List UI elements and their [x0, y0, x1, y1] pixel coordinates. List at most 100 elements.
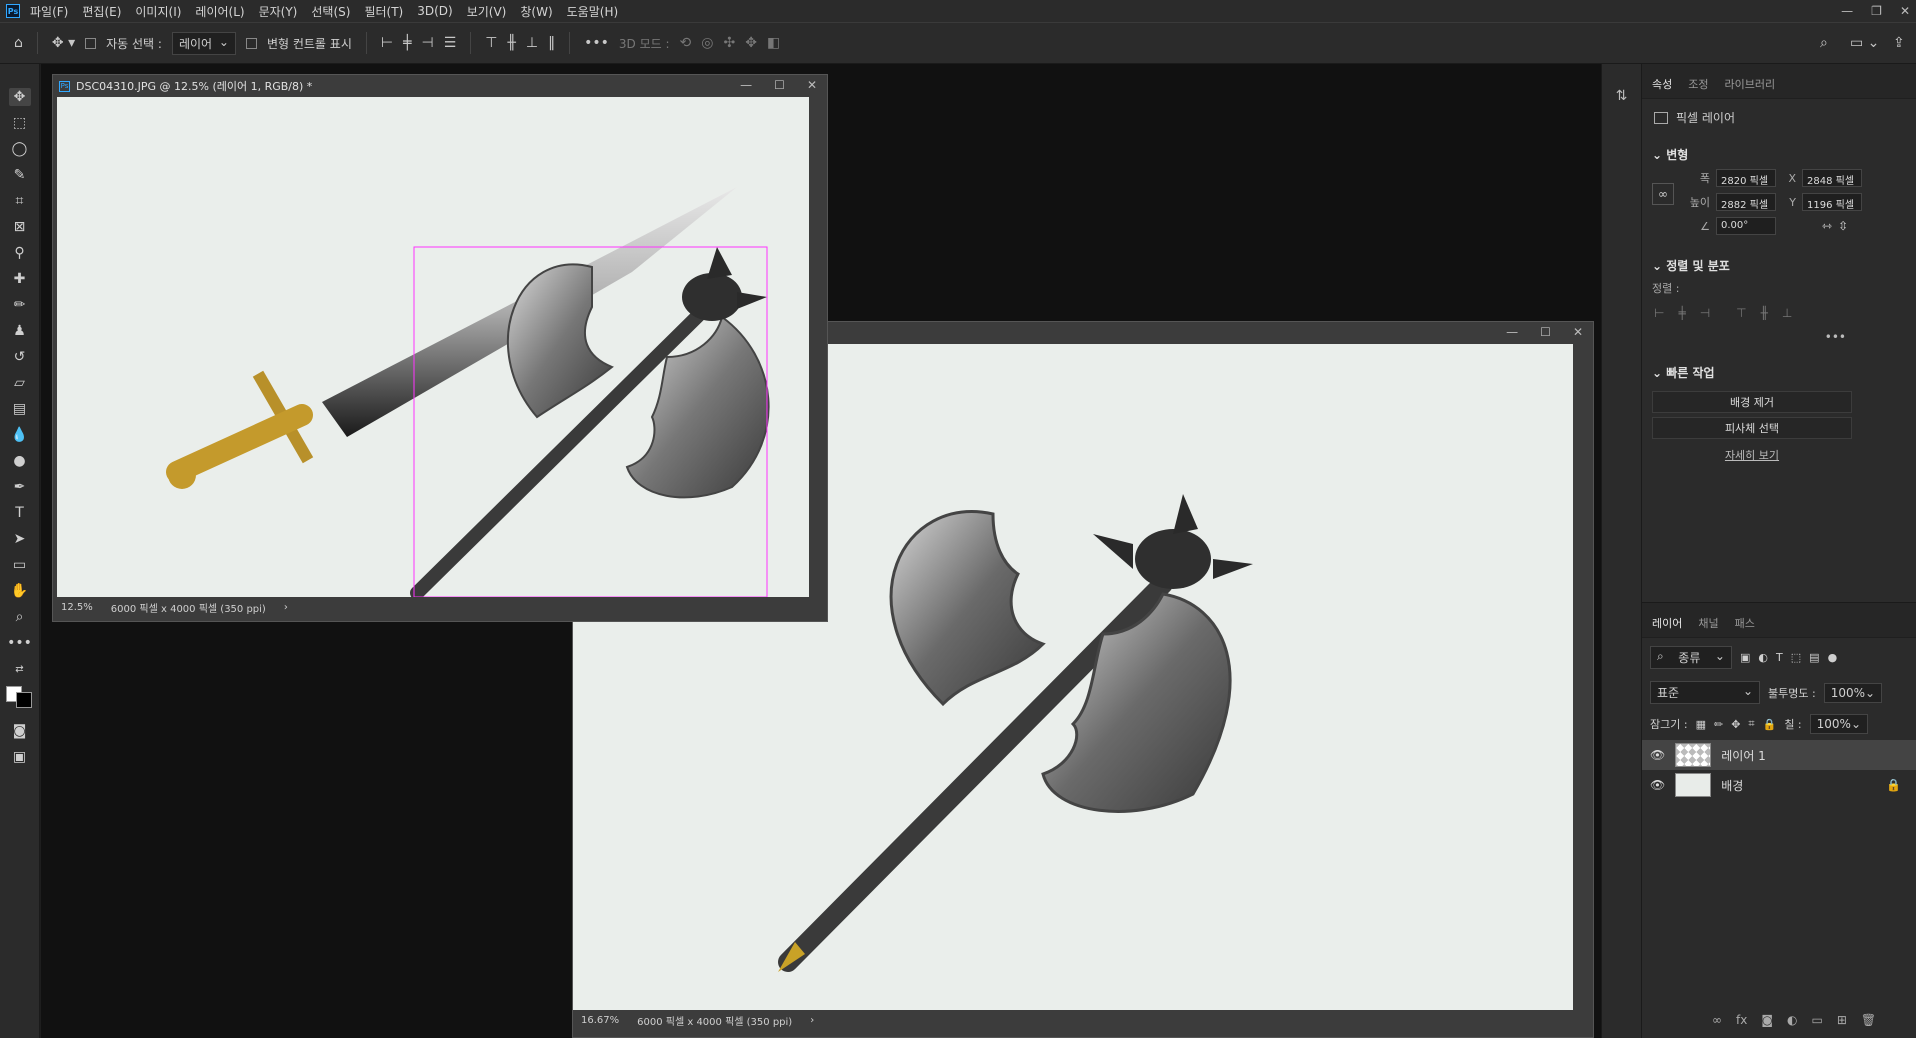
- quick-actions-header[interactable]: ⌄ 빠른 작업: [1642, 354, 1916, 387]
- search-icon[interactable]: ⌕: [1820, 35, 1828, 51]
- 3d-scale-icon[interactable]: ◧: [767, 35, 780, 51]
- move-tool-icon[interactable]: ✥ ▾: [52, 35, 75, 51]
- status-arrow-icon[interactable]: ›: [810, 1015, 814, 1026]
- 3d-pan-icon[interactable]: ✣: [724, 35, 736, 51]
- menu-file[interactable]: 파일(F): [30, 3, 68, 20]
- close-icon[interactable]: ✕: [1900, 4, 1910, 18]
- more-tools-icon[interactable]: •••: [7, 634, 32, 652]
- lock-all-icon[interactable]: 🔒: [1763, 718, 1777, 731]
- align-right-icon[interactable]: ⊣: [422, 35, 434, 51]
- close-icon[interactable]: ✕: [807, 78, 817, 92]
- fx-icon[interactable]: fx: [1736, 1013, 1747, 1027]
- eraser-tool-icon[interactable]: ▱: [9, 374, 31, 392]
- menu-type[interactable]: 문자(Y): [259, 3, 298, 20]
- history-brush-icon[interactable]: ↺: [9, 348, 31, 366]
- tab-paths[interactable]: 패스: [1735, 615, 1755, 631]
- align-top-icon[interactable]: ⊤: [1736, 306, 1746, 320]
- type-tool-icon[interactable]: T: [9, 504, 31, 522]
- layer-name[interactable]: 레이어 1: [1721, 747, 1766, 764]
- zoom-level[interactable]: 12.5%: [61, 602, 93, 613]
- align-top-icon[interactable]: ⊤: [485, 35, 497, 51]
- 3d-orbit-icon[interactable]: ⟲: [680, 35, 692, 51]
- tab-channels[interactable]: 채널: [1698, 615, 1718, 631]
- fill-field[interactable]: 100% ⌄: [1809, 714, 1869, 734]
- eyedropper-tool-icon[interactable]: ⚲: [9, 244, 31, 262]
- menu-edit[interactable]: 편집(E): [82, 3, 121, 20]
- tab-layers[interactable]: 레이어: [1652, 615, 1682, 631]
- brush-tool-icon[interactable]: ✏: [9, 296, 31, 314]
- hand-tool-icon[interactable]: ✋: [9, 582, 31, 600]
- zoom-tool-icon[interactable]: ⌕: [9, 608, 31, 626]
- move-tool-icon[interactable]: ✥: [8, 88, 31, 106]
- path-select-tool-icon[interactable]: ➤: [9, 530, 31, 548]
- auto-select-checkbox[interactable]: [85, 37, 97, 49]
- menu-window[interactable]: 창(W): [520, 3, 552, 20]
- lock-image-icon[interactable]: ✏: [1714, 718, 1723, 731]
- width-field[interactable]: 2820 픽셀: [1716, 169, 1776, 187]
- menu-select[interactable]: 선택(S): [311, 3, 350, 20]
- dodge-tool-icon[interactable]: ●: [9, 452, 31, 470]
- lock-position-icon[interactable]: ✥: [1731, 718, 1740, 731]
- tab-adjustments[interactable]: 조정: [1688, 76, 1708, 92]
- align-middle-icon[interactable]: ╫: [1761, 306, 1768, 320]
- home-icon[interactable]: ⌂: [14, 35, 23, 51]
- filter-pixel-icon[interactable]: ▣: [1740, 651, 1750, 664]
- menu-filter[interactable]: 필터(T): [364, 3, 403, 20]
- x-field[interactable]: 2848 픽셀: [1802, 169, 1862, 187]
- layer-row[interactable]: 👁 배경 🔒: [1642, 770, 1916, 800]
- filter-adjustment-icon[interactable]: ◐: [1758, 651, 1768, 664]
- 3d-roll-icon[interactable]: ◎: [701, 35, 713, 51]
- pen-tool-icon[interactable]: ✒: [9, 478, 31, 496]
- menu-help[interactable]: 도움말(H): [567, 3, 619, 20]
- adjustment-layer-icon[interactable]: ◐: [1787, 1013, 1797, 1027]
- flip-horizontal-icon[interactable]: ⇿: [1822, 219, 1832, 233]
- remove-background-button[interactable]: 배경 제거: [1652, 391, 1852, 413]
- link-dimensions-icon[interactable]: ∞: [1652, 183, 1674, 205]
- distribute-icon[interactable]: ☰: [444, 35, 457, 51]
- layer-row[interactable]: 👁 레이어 1: [1642, 740, 1916, 770]
- distribute-vertical-icon[interactable]: ‖: [548, 35, 555, 51]
- align-left-icon[interactable]: ⊢: [1654, 306, 1664, 320]
- background-color[interactable]: [15, 692, 32, 708]
- lock-artboard-icon[interactable]: ⌗: [1748, 717, 1754, 731]
- close-icon[interactable]: ✕: [1573, 325, 1583, 339]
- align-bottom-icon[interactable]: ⊥: [526, 35, 538, 51]
- zoom-level[interactable]: 16.67%: [581, 1015, 619, 1026]
- more-options-icon[interactable]: •••: [584, 35, 609, 51]
- visibility-eye-icon[interactable]: 👁: [1650, 748, 1665, 762]
- rectangle-tool-icon[interactable]: ▭: [9, 556, 31, 574]
- link-layers-icon[interactable]: ∞: [1712, 1013, 1722, 1027]
- y-field[interactable]: 1196 픽셀: [1802, 193, 1862, 211]
- learn-more-link[interactable]: 자세히 보기: [1652, 447, 1852, 463]
- minimize-icon[interactable]: —: [1841, 4, 1853, 18]
- document-canvas[interactable]: [57, 97, 809, 597]
- align-bottom-icon[interactable]: ⊥: [1782, 306, 1792, 320]
- menu-view[interactable]: 보기(V): [467, 3, 507, 20]
- workspace-icon[interactable]: ▭ ⌄: [1850, 35, 1879, 51]
- align-center-icon[interactable]: ╪: [1678, 306, 1685, 320]
- angle-field[interactable]: 0.00°: [1716, 217, 1776, 235]
- align-right-icon[interactable]: ⊣: [1700, 306, 1710, 320]
- opacity-field[interactable]: 100% ⌄: [1823, 682, 1883, 703]
- auto-select-dropdown[interactable]: 레이어 ⌄: [171, 31, 236, 55]
- screen-mode-icon[interactable]: ▣: [9, 748, 31, 766]
- layer-filter-dropdown[interactable]: ⌕ 종류 ⌄: [1650, 646, 1732, 669]
- quick-select-tool-icon[interactable]: ✎: [9, 166, 31, 184]
- gradient-tool-icon[interactable]: ▤: [9, 400, 31, 418]
- healing-brush-icon[interactable]: ✚: [9, 270, 31, 288]
- status-arrow-icon[interactable]: ›: [284, 602, 288, 613]
- new-layer-icon[interactable]: ⊞: [1837, 1013, 1847, 1027]
- visibility-eye-icon[interactable]: 👁: [1650, 778, 1665, 792]
- filter-shape-icon[interactable]: ⬚: [1791, 651, 1801, 664]
- delete-layer-icon[interactable]: 🗑: [1861, 1013, 1876, 1027]
- color-swatches[interactable]: [5, 686, 34, 714]
- flip-vertical-icon[interactable]: ⇳: [1838, 219, 1848, 233]
- quick-mask-icon[interactable]: ◙: [9, 722, 31, 740]
- layer-name[interactable]: 배경: [1721, 777, 1743, 794]
- document-title-bar[interactable]: Ps DSC04310.JPG @ 12.5% (레이어 1, RGB/8) *…: [53, 75, 827, 97]
- blur-tool-icon[interactable]: 💧: [9, 426, 31, 444]
- marquee-tool-icon[interactable]: ⬚: [9, 114, 31, 132]
- maximize-icon[interactable]: ☐: [774, 78, 785, 92]
- transform-controls-checkbox[interactable]: [245, 37, 257, 49]
- more-align-icon[interactable]: •••: [1642, 330, 1916, 344]
